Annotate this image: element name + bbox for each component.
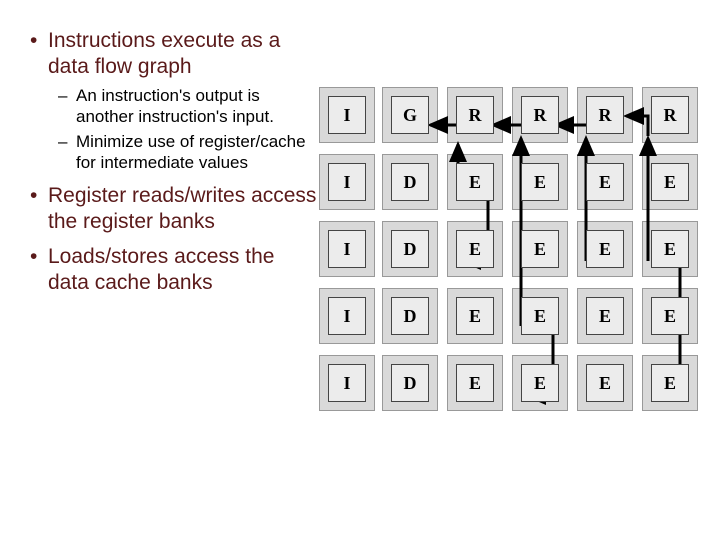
grid-cell: D [391,297,429,335]
slide-content: Instructions execute as a data flow grap… [0,0,720,456]
grid-cell: R [651,96,689,134]
grid-cell: E [456,297,494,335]
grid-cell: I [328,96,366,134]
grid-cell: I [328,364,366,402]
sub-bullet-list: An instruction's output is another instr… [48,85,320,173]
grid-cell: E [651,163,689,201]
bullet-1-text: Instructions execute as a data flow grap… [48,29,280,78]
bullet-2: Register reads/writes access the registe… [30,183,320,234]
main-bullet-list: Instructions execute as a data flow grap… [30,28,320,296]
text-column: Instructions execute as a data flow grap… [30,28,320,436]
grid-cell: G [391,96,429,134]
grid-cell: E [456,230,494,268]
grid-cell: R [456,96,494,134]
grid-cell: E [521,364,559,402]
grid-cell: E [521,230,559,268]
grid-cell: E [586,163,624,201]
grid-cell: E [456,163,494,201]
grid-cell: D [391,230,429,268]
grid-cell: E [651,364,689,402]
grid-cell: I [328,163,366,201]
grid-cell: R [586,96,624,134]
bullet-1: Instructions execute as a data flow grap… [30,28,320,173]
grid-cell: I [328,230,366,268]
grid-cell: E [521,297,559,335]
sub-bullet-1: An instruction's output is another instr… [48,85,320,128]
grid-cell: E [651,297,689,335]
grid-cell: D [391,364,429,402]
diagram-column: IGRRRRIDEEEEIDEEEEIDEEEEIDEEEE [328,28,698,436]
grid-cell: E [586,297,624,335]
grid-cell: I [328,297,366,335]
dataflow-grid: IGRRRRIDEEEEIDEEEEIDEEEEIDEEEE [328,96,698,436]
bullet-3: Loads/stores access the data cache banks [30,244,320,295]
grid-cell: D [391,163,429,201]
grid-cell: E [521,163,559,201]
grid-cell: E [586,230,624,268]
grid-cell: R [521,96,559,134]
grid-cell: E [456,364,494,402]
grid-cell: E [651,230,689,268]
grid-cell: E [586,364,624,402]
sub-bullet-2: Minimize use of register/cache for inter… [48,131,320,174]
